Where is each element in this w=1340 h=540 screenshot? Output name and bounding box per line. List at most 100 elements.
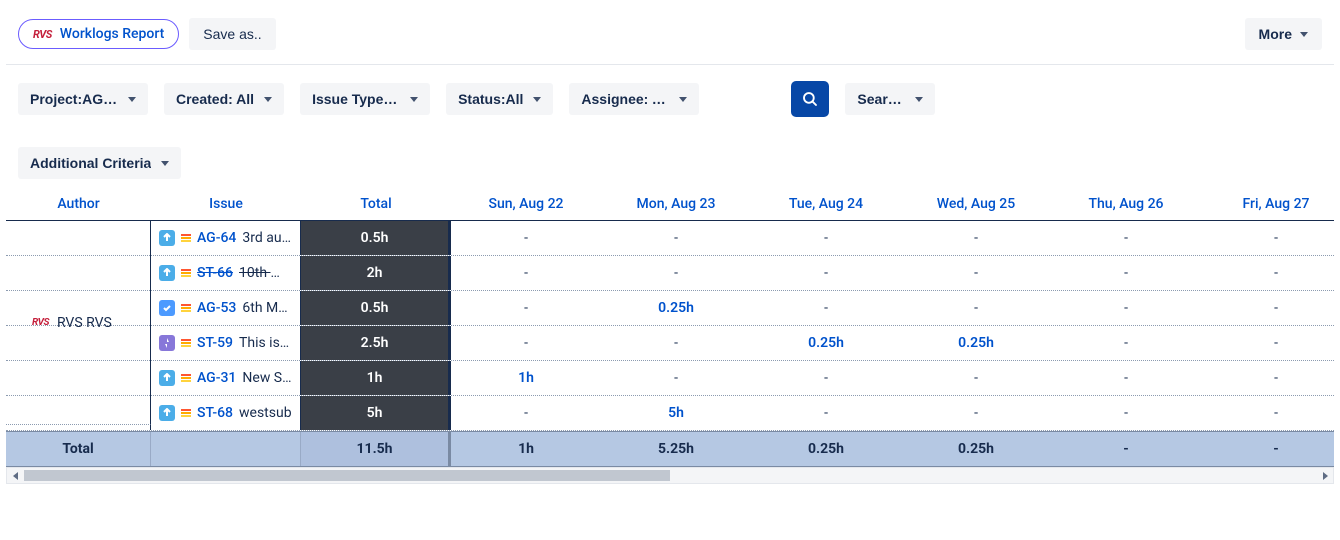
footer-label: Total [6,432,151,466]
scrollbar-thumb[interactable] [24,470,670,481]
filter-issue-type[interactable]: Issue Type:All [300,83,430,115]
footer-day-1: 5.25h [601,432,751,466]
filter-search-label: Searc… [857,91,905,107]
day-cell: - [751,221,901,255]
filter-search[interactable]: Searc… [845,83,935,115]
day-cell: - [751,396,901,430]
chevron-down-icon [533,97,541,102]
day-cell: - [751,256,901,290]
day-cell[interactable]: 0.25h [901,326,1051,360]
improvement-icon [159,370,175,386]
issue-title: 3rd aug … [242,230,292,246]
filter-created[interactable]: Created: All [164,83,284,115]
more-button[interactable]: More [1245,18,1322,50]
save-as-button[interactable]: Save as.. [189,18,275,50]
col-header-day-0[interactable]: Sun, Aug 22 [451,187,601,221]
additional-criteria-label: Additional Criteria [30,155,151,171]
horizontal-scrollbar[interactable] [6,467,1334,484]
col-header-day-4[interactable]: Thu, Aug 26 [1051,187,1201,221]
chevron-down-icon [679,97,687,102]
issue-cell[interactable]: ST-6610th Ma… [151,256,301,290]
filter-status-label: Status:All [458,91,523,107]
issue-cell[interactable]: ST-59 This is an… [151,326,301,360]
author-cell: RVSRVS RVS [6,221,151,425]
day-cell: - [901,396,1051,430]
col-header-issue[interactable]: Issue [151,187,301,221]
issue-cell[interactable]: AG-53 6th May… [151,291,301,325]
issue-key[interactable]: ST-59 [197,335,233,351]
day-cell: - [1051,396,1201,430]
priority-icon [181,409,191,417]
filter-created-label: Created: All [176,91,254,107]
row-total: 5h [301,396,451,430]
filter-issue-type-label: Issue Type:All [312,91,400,107]
scroll-left-arrow-icon[interactable] [7,468,24,483]
day-cell: - [751,291,901,325]
issue-cell[interactable]: AG-31 New Su… [151,361,301,395]
day-cell: - [601,221,751,255]
issue-key[interactable]: ST-66 [197,265,233,281]
day-cell: - [451,221,601,255]
col-header-day-2[interactable]: Tue, Aug 24 [751,187,901,221]
priority-icon [181,269,191,277]
issue-title: 6th May… [242,300,292,316]
day-cell[interactable]: 1h [451,361,601,395]
table-row: AG-31New Su…1h1h----- [6,361,1334,396]
filter-assignee-label: Assignee: All [581,91,669,107]
filter-assignee[interactable]: Assignee: All [569,83,699,115]
search-button[interactable] [791,81,829,117]
priority-icon [181,374,191,382]
issue-key[interactable]: AG-53 [197,300,236,316]
more-label: More [1259,26,1292,42]
issue-title: New Su… [242,370,292,386]
day-cell: - [1051,361,1201,395]
day-cell[interactable]: 5h [601,396,751,430]
col-header-day-1[interactable]: Mon, Aug 23 [601,187,751,221]
col-header-day-3[interactable]: Wed, Aug 25 [901,187,1051,221]
scroll-right-arrow-icon[interactable] [1316,468,1333,483]
day-cell[interactable]: 0.25h [751,326,901,360]
day-cell: - [1201,396,1334,430]
additional-criteria-button[interactable]: Additional Criteria [18,147,181,179]
day-cell: - [901,221,1051,255]
totals-row: Total11.5h1h5.25h0.25h0.25h-- [6,431,1334,467]
report-title: Worklogs Report [60,26,165,42]
footer-day-3: 0.25h [901,432,1051,466]
day-cell: - [451,256,601,290]
issue-title: westsub [239,405,292,421]
rvs-logo-icon: RVS [33,28,52,41]
day-cell: - [1201,361,1334,395]
col-header-total[interactable]: Total [301,187,451,221]
table-row: ST-68westsub5h-5h---- [6,396,1334,431]
col-header-day-5[interactable]: Fri, Aug 27 [1201,187,1334,221]
issue-title: This is an… [239,335,292,351]
improvement-icon [159,405,175,421]
day-cell: - [1201,221,1334,255]
filter-project-label: Project:AGIL… [30,91,118,107]
day-cell: - [1201,256,1334,290]
issue-key[interactable]: AG-64 [197,230,236,246]
day-cell: - [901,256,1051,290]
filter-project[interactable]: Project:AGIL… [18,83,148,115]
chevron-down-icon [915,97,923,102]
issue-cell[interactable]: AG-64 3rd aug … [151,221,301,255]
worklogs-report-chip[interactable]: RVS Worklogs Report [18,19,179,49]
day-cell: - [1051,326,1201,360]
issue-cell[interactable]: ST-68 westsub [151,396,301,430]
col-header-author[interactable]: Author [6,187,151,221]
row-total: 0.5h [301,291,451,325]
day-cell: - [451,396,601,430]
chevron-down-icon [1300,32,1308,37]
row-total: 2h [301,256,451,290]
day-cell: - [751,361,901,395]
epic-icon [159,335,175,351]
issue-key[interactable]: ST-68 [197,405,233,421]
chevron-down-icon [161,161,169,166]
row-total: 0.5h [301,221,451,255]
filter-status[interactable]: Status:All [446,83,553,115]
day-cell: - [601,326,751,360]
priority-icon [181,304,191,312]
day-cell[interactable]: 0.25h [601,291,751,325]
issue-key[interactable]: AG-31 [197,370,236,386]
table-row: ST-59This is an…2.5h--0.25h0.25h-- [6,326,1334,361]
